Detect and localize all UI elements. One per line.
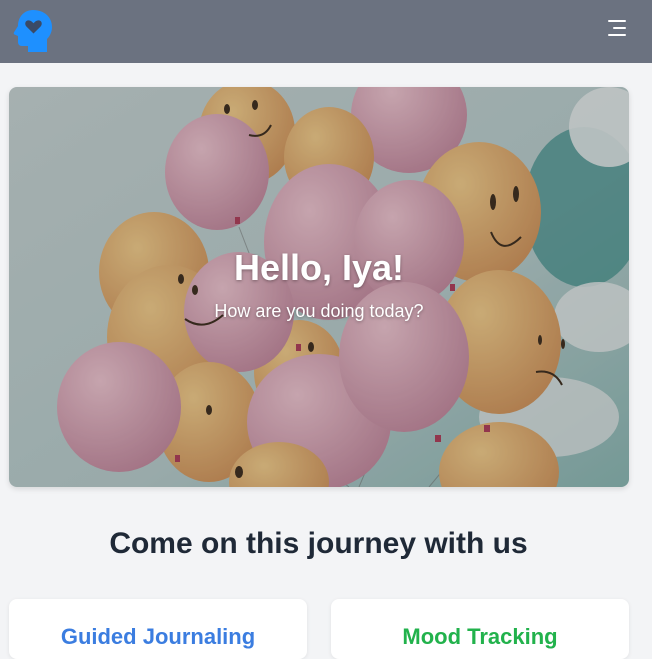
feature-card-guided-journaling[interactable]: Guided Journaling bbox=[9, 599, 307, 659]
feature-card-title: Mood Tracking bbox=[402, 624, 558, 649]
hamburger-menu-icon[interactable] bbox=[602, 14, 632, 42]
menu-line bbox=[608, 34, 626, 36]
menu-line bbox=[608, 20, 626, 22]
head-heart-icon[interactable] bbox=[13, 8, 55, 54]
top-navbar bbox=[0, 0, 652, 63]
menu-line bbox=[613, 27, 626, 29]
feature-card-title: Guided Journaling bbox=[60, 624, 256, 649]
feature-card-mood-tracking[interactable]: Mood Tracking bbox=[331, 599, 629, 659]
section-heading: Come on this journey with us bbox=[109, 527, 528, 560]
hero-greeting: Hello, Iya! bbox=[233, 247, 405, 288]
hero-banner: Hello, Iya! How are you doing today? bbox=[9, 87, 629, 487]
hero-subtitle: How are you doing today? bbox=[214, 301, 424, 321]
